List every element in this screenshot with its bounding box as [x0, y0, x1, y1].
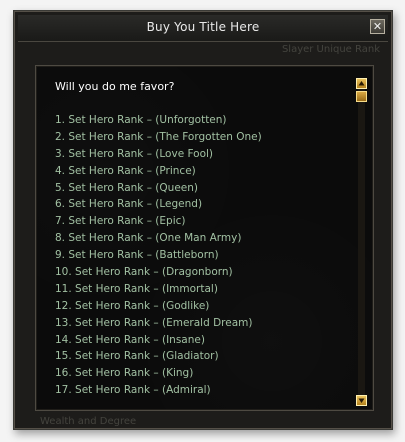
dialog-option[interactable]: 3. Set Hero Rank – (Love Fool) — [55, 146, 262, 163]
dialog-option[interactable]: 13. Set Hero Rank – (Emerald Dream) — [55, 315, 262, 332]
dialog-option[interactable]: 15. Set Hero Rank – (Gladiator) — [55, 348, 262, 365]
dialog-option[interactable]: 9. Set Hero Rank – (Battleborn) — [55, 247, 262, 264]
dialog-option[interactable]: 5. Set Hero Rank – (Queen) — [55, 180, 262, 197]
dialog-option[interactable]: 4. Set Hero Rank – (Prince) — [55, 163, 262, 180]
dialog-panel: Will you do me favor? 1. Set Hero Rank –… — [35, 65, 374, 411]
dialog-prompt: Will you do me favor? — [55, 80, 175, 93]
dialog-option[interactable]: 1. Set Hero Rank – (Unforgotten) — [55, 112, 262, 129]
dialog-option[interactable]: 6. Set Hero Rank – (Legend) — [55, 196, 262, 213]
dialog-option[interactable]: 11. Set Hero Rank – (Immortal) — [55, 281, 262, 298]
scroll-up-icon — [358, 81, 365, 86]
dialog-option[interactable]: 7. Set Hero Rank – (Epic) — [55, 213, 262, 230]
npc-dialog-window: Buy You Title Here ✕ Slayer Unique Rank … — [13, 10, 393, 430]
dialog-option[interactable]: 17. Set Hero Rank – (Admiral) — [55, 382, 262, 399]
window-title: Buy You Title Here — [146, 20, 260, 34]
background-ghost-text: Slayer Unique Rank — [281, 44, 380, 55]
background-ghost-text: Wealth and Degree — [40, 416, 137, 427]
dialog-option[interactable]: 14. Set Hero Rank – (Insane) — [55, 332, 262, 349]
dialog-option[interactable]: 12. Set Hero Rank – (Godlike) — [55, 298, 262, 315]
dialog-option[interactable]: 2. Set Hero Rank – (The Forgotten One) — [55, 129, 262, 146]
scroll-down-icon — [358, 398, 365, 403]
dialog-option[interactable]: 8. Set Hero Rank – (One Man Army) — [55, 230, 262, 247]
close-icon: ✕ — [372, 20, 383, 33]
scrollbar-track[interactable] — [358, 89, 365, 395]
scroll-up-button[interactable] — [356, 78, 367, 89]
vertical-scrollbar[interactable] — [356, 78, 367, 406]
scroll-down-button[interactable] — [356, 395, 367, 406]
option-list: 1. Set Hero Rank – (Unforgotten) 2. Set … — [55, 112, 262, 399]
close-button[interactable]: ✕ — [370, 19, 385, 34]
title-bar[interactable]: Buy You Title Here ✕ — [18, 15, 388, 42]
scrollbar-thumb[interactable] — [356, 91, 367, 102]
dialog-option[interactable]: 10. Set Hero Rank – (Dragonborn) — [55, 264, 262, 281]
dialog-option[interactable]: 16. Set Hero Rank – (King) — [55, 365, 262, 382]
